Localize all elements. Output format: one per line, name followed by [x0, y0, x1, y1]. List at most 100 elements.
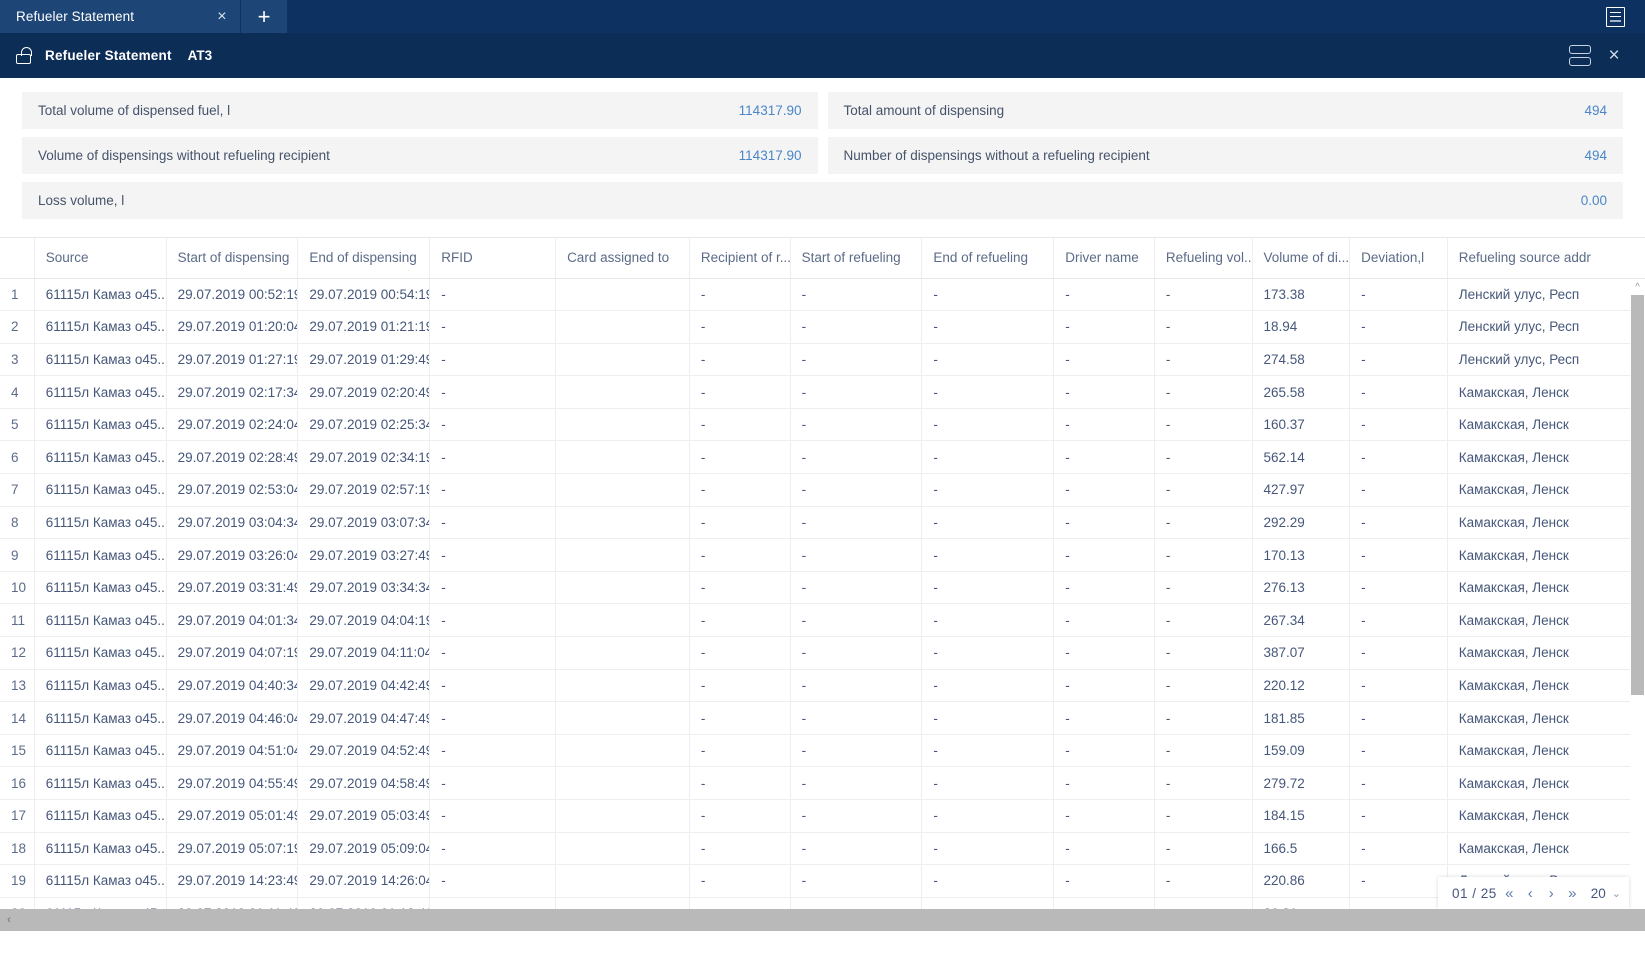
table-row[interactable]: 19 61115л Камаз о45... 29.07.2019 14:23:49…	[0, 864, 1645, 898]
cell-refueling-volume: -	[1154, 734, 1253, 768]
column-header-start-of-refueling[interactable]: Start of refueling	[790, 238, 923, 279]
column-header-end-of-refueling[interactable]: End of refueling	[921, 238, 1055, 279]
column-header-card-assigned-to[interactable]: Card assigned to	[555, 238, 690, 279]
vertical-scrollbar[interactable]: ^	[1630, 279, 1645, 931]
cell-rfid: -	[429, 440, 557, 475]
column-header-start-of-dispensing[interactable]: Start of dispensing	[166, 238, 299, 279]
table-row[interactable]: 7 61115л Камаз о45... 29.07.2019 02:53:04 2…	[0, 473, 1645, 507]
table-row[interactable]: 10 61115л Камаз о45... 29.07.2019 03:31:49…	[0, 571, 1645, 605]
cell-end-of-refueling: -	[921, 278, 1055, 312]
column-header-end-of-dispensing[interactable]: End of dispensing	[297, 238, 431, 279]
cell-recipient: -	[689, 701, 791, 735]
notes-panel-button[interactable]	[1585, 0, 1645, 33]
cell-volume-of-dispensing: 184.15	[1252, 799, 1351, 833]
table-row[interactable]: 9 61115л Камаз о45... 29.07.2019 03:26:04 2…	[0, 538, 1645, 572]
close-icon[interactable]: ×	[204, 0, 240, 33]
unlock-icon-body	[16, 54, 31, 64]
cell-card-assigned-to	[555, 832, 690, 866]
column-header-refueling-source-address[interactable]: Refueling source addr	[1447, 238, 1645, 279]
cell-volume-of-dispensing: 220.86	[1252, 864, 1351, 898]
page-size-value[interactable]: 20	[1591, 886, 1606, 901]
scroll-left-icon[interactable]: ‹	[2, 909, 16, 931]
table-row[interactable]: 17 61115л Камаз о45... 29.07.2019 05:01:49…	[0, 799, 1645, 833]
previous-page-button[interactable]: ‹	[1522, 886, 1539, 901]
column-header-refueling-volume[interactable]: Refueling vol...	[1154, 238, 1253, 279]
cell-end-of-refueling: -	[921, 701, 1055, 735]
cell-refueling-volume: -	[1154, 343, 1253, 377]
table-row[interactable]: 6 61115л Камаз о45... 29.07.2019 02:28:49 2…	[0, 440, 1645, 475]
cell-refueling-source-address: Камакская, Ленск	[1447, 571, 1645, 605]
table-row[interactable]: 8 61115л Камаз о45... 29.07.2019 03:04:34 2…	[0, 506, 1645, 540]
cell-rfid: -	[429, 538, 557, 572]
column-header-driver-name[interactable]: Driver name	[1053, 238, 1155, 279]
cell-source: 61115л Камаз о45...	[34, 343, 167, 377]
split-view-button[interactable]	[1563, 33, 1597, 78]
cell-recipient: -	[689, 799, 791, 833]
row-index: 3	[0, 343, 35, 377]
column-header-recipient[interactable]: Recipient of r...	[689, 238, 791, 279]
summary-card-loss-volume: Loss volume, l 0.00	[22, 182, 1623, 219]
table-row[interactable]: 14 61115л Камаз о45... 29.07.2019 04:46:04…	[0, 701, 1645, 735]
cell-refueling-source-address: Камакская, Ленск	[1447, 473, 1645, 507]
table-row[interactable]: 2 61115л Камаз о45... 29.07.2019 01:20:04 2…	[0, 310, 1645, 344]
last-page-button[interactable]: »	[1564, 886, 1581, 901]
table-row[interactable]: 13 61115л Камаз о45... 29.07.2019 04:40:34…	[0, 669, 1645, 703]
table-row[interactable]: 11 61115л Камаз о45... 29.07.2019 04:01:34…	[0, 603, 1645, 638]
cell-recipient: -	[689, 310, 791, 344]
table-row[interactable]: 18 61115л Камаз о45... 29.07.2019 05:07:19…	[0, 832, 1645, 866]
pagination-control: 01 / 25 « ‹ › » 20 ⌄	[1437, 877, 1629, 909]
first-page-button[interactable]: «	[1501, 886, 1518, 901]
horizontal-scrollbar-thumb[interactable]	[0, 909, 950, 931]
close-window-button[interactable]: ×	[1597, 33, 1631, 78]
table-row[interactable]: 4 61115л Камаз о45... 29.07.2019 02:17:34 2…	[0, 375, 1645, 409]
cell-start-of-refueling: -	[790, 343, 923, 377]
table-row[interactable]: 15 61115л Камаз о45... 29.07.2019 04:51:04…	[0, 734, 1645, 768]
row-index: 8	[0, 506, 35, 540]
column-header-source[interactable]: Source	[34, 238, 167, 279]
cell-card-assigned-to	[555, 473, 690, 507]
tab-strip: Refueler Statement × +	[0, 0, 1645, 33]
vertical-scrollbar-thumb[interactable]	[1631, 295, 1644, 695]
cell-recipient: -	[689, 864, 791, 898]
add-tab-icon[interactable]: +	[241, 0, 287, 33]
next-page-button[interactable]: ›	[1543, 886, 1560, 901]
cell-start-of-dispensing: 29.07.2019 02:24:04	[166, 408, 299, 442]
column-header-index[interactable]	[0, 238, 35, 279]
summary-label: Total volume of dispensed fuel, l	[38, 103, 231, 118]
cell-volume-of-dispensing: 18.94	[1252, 310, 1351, 344]
data-grid-container: Source Start of dispensing End of dispen…	[0, 237, 1645, 931]
cell-refueling-source-address: Камакская, Ленск	[1447, 506, 1645, 540]
summary-label: Volume of dispensings without refueling …	[38, 148, 330, 163]
split-view-icon	[1569, 45, 1591, 66]
cell-start-of-refueling: -	[790, 375, 923, 409]
unlock-icon[interactable]	[16, 47, 32, 64]
scroll-up-icon[interactable]: ^	[1630, 281, 1645, 295]
cell-deviation: -	[1349, 832, 1448, 866]
cell-start-of-dispensing: 29.07.2019 02:17:34	[166, 375, 299, 409]
cell-end-of-refueling: -	[921, 343, 1055, 377]
chevron-down-icon[interactable]: ⌄	[1612, 887, 1621, 900]
column-header-volume-of-dispensing[interactable]: Volume of di...	[1252, 238, 1351, 279]
table-row[interactable]: 3 61115л Камаз о45... 29.07.2019 01:27:19 2…	[0, 343, 1645, 377]
cell-start-of-refueling: -	[790, 832, 923, 866]
cell-recipient: -	[689, 734, 791, 768]
table-row[interactable]: 5 61115л Камаз о45... 29.07.2019 02:24:04 2…	[0, 408, 1645, 442]
table-row[interactable]: 1 61115л Камаз о45... 29.07.2019 00:52:19 2…	[0, 278, 1645, 312]
cell-card-assigned-to	[555, 375, 690, 409]
cell-volume-of-dispensing: 181.85	[1252, 701, 1351, 735]
cell-refueling-source-address: Камакская, Ленск	[1447, 734, 1645, 768]
cell-deviation: -	[1349, 571, 1448, 605]
cell-deviation: -	[1349, 669, 1448, 703]
horizontal-scrollbar[interactable]: ‹	[0, 909, 1645, 931]
cell-rfid: -	[429, 864, 557, 898]
cell-end-of-refueling: -	[921, 506, 1055, 540]
cell-rfid: -	[429, 669, 557, 703]
column-header-deviation[interactable]: Deviation,l	[1349, 238, 1448, 279]
table-row[interactable]: 12 61115л Камаз о45... 29.07.2019 04:07:19…	[0, 636, 1645, 670]
cell-driver-name: -	[1053, 408, 1155, 442]
cell-rfid: -	[429, 734, 557, 768]
table-row[interactable]: 16 61115л Камаз о45... 29.07.2019 04:55:49…	[0, 766, 1645, 800]
tab-refueler-statement[interactable]: Refueler Statement ×	[0, 0, 240, 33]
cell-deviation: -	[1349, 603, 1448, 638]
column-header-rfid[interactable]: RFID	[429, 238, 557, 279]
